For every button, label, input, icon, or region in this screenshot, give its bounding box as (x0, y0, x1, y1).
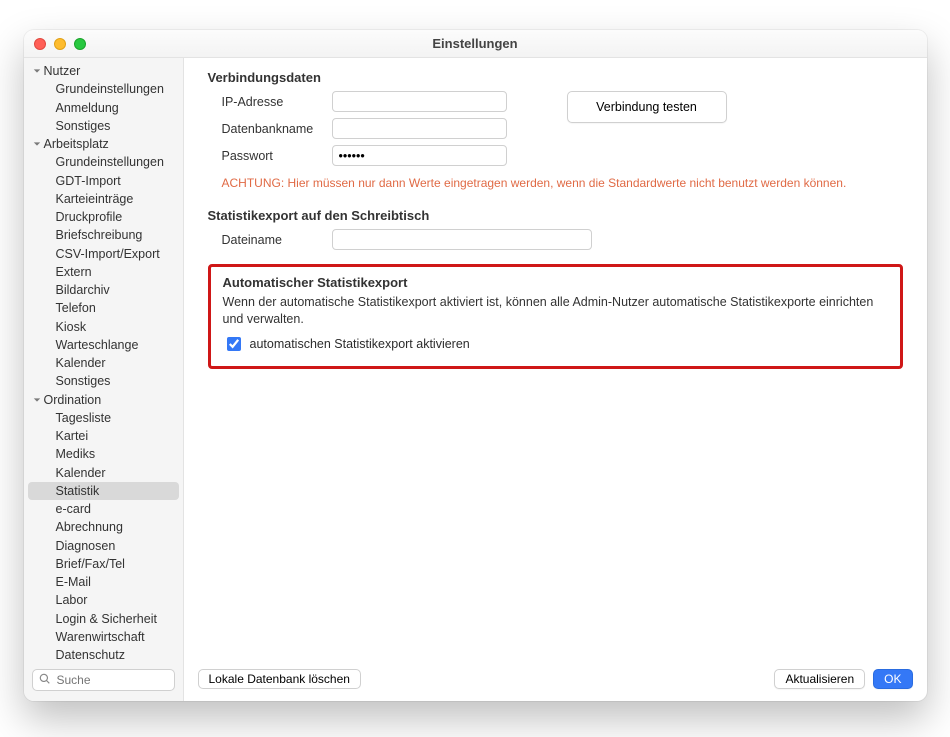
auto-export-checkbox-label: automatischen Statistikexport aktivieren (250, 337, 470, 351)
sidebar-item[interactable]: Grundeinstellungen (28, 153, 179, 171)
content-pane: Verbindungsdaten IP-Adresse Datenbanknam… (184, 58, 927, 701)
sidebar-item[interactable]: Sonstiges (28, 372, 179, 390)
sidebar-item[interactable]: Labor (28, 591, 179, 609)
auto-export-checkbox-row[interactable]: automatischen Statistikexport aktivieren (223, 334, 888, 354)
section-title-export: Statistikexport auf den Schreibtisch (208, 208, 903, 223)
sidebar-item[interactable]: e-card (28, 500, 179, 518)
ip-label: IP-Adresse (222, 95, 332, 109)
sidebar: NutzerGrundeinstellungenAnmeldungSonstig… (24, 58, 184, 701)
sidebar-item[interactable]: GDT-Import (28, 172, 179, 190)
ok-button[interactable]: OK (873, 669, 912, 689)
sidebar-group-header[interactable]: Ordination (24, 391, 183, 409)
chevron-down-icon (32, 139, 42, 149)
sidebar-item[interactable]: Druckprofile (28, 208, 179, 226)
connection-warning: ACHTUNG: Hier müssen nur dann Werte eing… (208, 176, 903, 190)
sidebar-item[interactable]: Telefon (28, 299, 179, 317)
sidebar-group-label: Nutzer (44, 63, 81, 79)
close-icon[interactable] (34, 38, 46, 50)
section-title-connection: Verbindungsdaten (208, 70, 903, 85)
sidebar-item[interactable]: Datenschutz (28, 646, 179, 663)
sidebar-group-header[interactable]: Arbeitsplatz (24, 135, 183, 153)
sidebar-item[interactable]: Tagesliste (28, 409, 179, 427)
sidebar-item[interactable]: Anmeldung (28, 99, 179, 117)
sidebar-item[interactable]: Warteschlange (28, 336, 179, 354)
sidebar-item[interactable]: Bildarchiv (28, 281, 179, 299)
content-footer: Lokale Datenbank löschen Aktualisieren O… (184, 661, 927, 701)
sidebar-item[interactable]: Brief/Fax/Tel (28, 555, 179, 573)
sidebar-item[interactable]: Briefschreibung (28, 226, 179, 244)
sidebar-item[interactable]: Kalender (28, 464, 179, 482)
sidebar-item[interactable]: Login & Sicherheit (28, 610, 179, 628)
delete-local-db-button[interactable]: Lokale Datenbank löschen (198, 669, 361, 689)
sidebar-group-label: Ordination (44, 392, 102, 408)
pw-label: Passwort (222, 149, 332, 163)
section-title-auto: Automatischer Statistikexport (223, 275, 888, 290)
sidebar-item[interactable]: Diagnosen (28, 537, 179, 555)
search-icon (39, 673, 51, 688)
db-input[interactable] (332, 118, 507, 139)
sidebar-group-header[interactable]: Nutzer (24, 62, 183, 80)
settings-window: Einstellungen NutzerGrundeinstellungenAn… (24, 30, 927, 701)
sidebar-item[interactable]: Abrechnung (28, 518, 179, 536)
sidebar-item[interactable]: E-Mail (28, 573, 179, 591)
auto-export-description: Wenn der automatische Statistikexport ak… (223, 294, 888, 328)
test-connection-button[interactable]: Verbindung testen (567, 91, 727, 123)
sidebar-group-label: Arbeitsplatz (44, 136, 109, 152)
auto-export-checkbox[interactable] (227, 337, 241, 351)
chevron-down-icon (32, 395, 42, 405)
sidebar-item[interactable]: Mediks (28, 445, 179, 463)
sidebar-item[interactable]: Sonstiges (28, 117, 179, 135)
search-field[interactable] (32, 669, 175, 691)
chevron-down-icon (32, 66, 42, 76)
sidebar-item[interactable]: CSV-Import/Export (28, 245, 179, 263)
sidebar-item[interactable]: Kalender (28, 354, 179, 372)
sidebar-item[interactable]: Grundeinstellungen (28, 80, 179, 98)
refresh-button[interactable]: Aktualisieren (774, 669, 865, 689)
ip-input[interactable] (332, 91, 507, 112)
sidebar-item[interactable]: Extern (28, 263, 179, 281)
filename-input[interactable] (332, 229, 592, 250)
search-input[interactable] (55, 672, 168, 688)
sidebar-item[interactable]: Warenwirtschaft (28, 628, 179, 646)
pw-input[interactable] (332, 145, 507, 166)
filename-label: Dateiname (222, 233, 332, 247)
sidebar-item[interactable]: Kartei (28, 427, 179, 445)
sidebar-item[interactable]: Kiosk (28, 318, 179, 336)
zoom-icon[interactable] (74, 38, 86, 50)
db-label: Datenbankname (222, 122, 332, 136)
sidebar-tree: NutzerGrundeinstellungenAnmeldungSonstig… (24, 58, 183, 663)
minimize-icon[interactable] (54, 38, 66, 50)
window-title: Einstellungen (432, 36, 517, 51)
sidebar-item[interactable]: Karteieinträge (28, 190, 179, 208)
sidebar-item[interactable]: Statistik (28, 482, 179, 500)
titlebar: Einstellungen (24, 30, 927, 58)
auto-export-panel: Automatischer Statistikexport Wenn der a… (208, 264, 903, 369)
